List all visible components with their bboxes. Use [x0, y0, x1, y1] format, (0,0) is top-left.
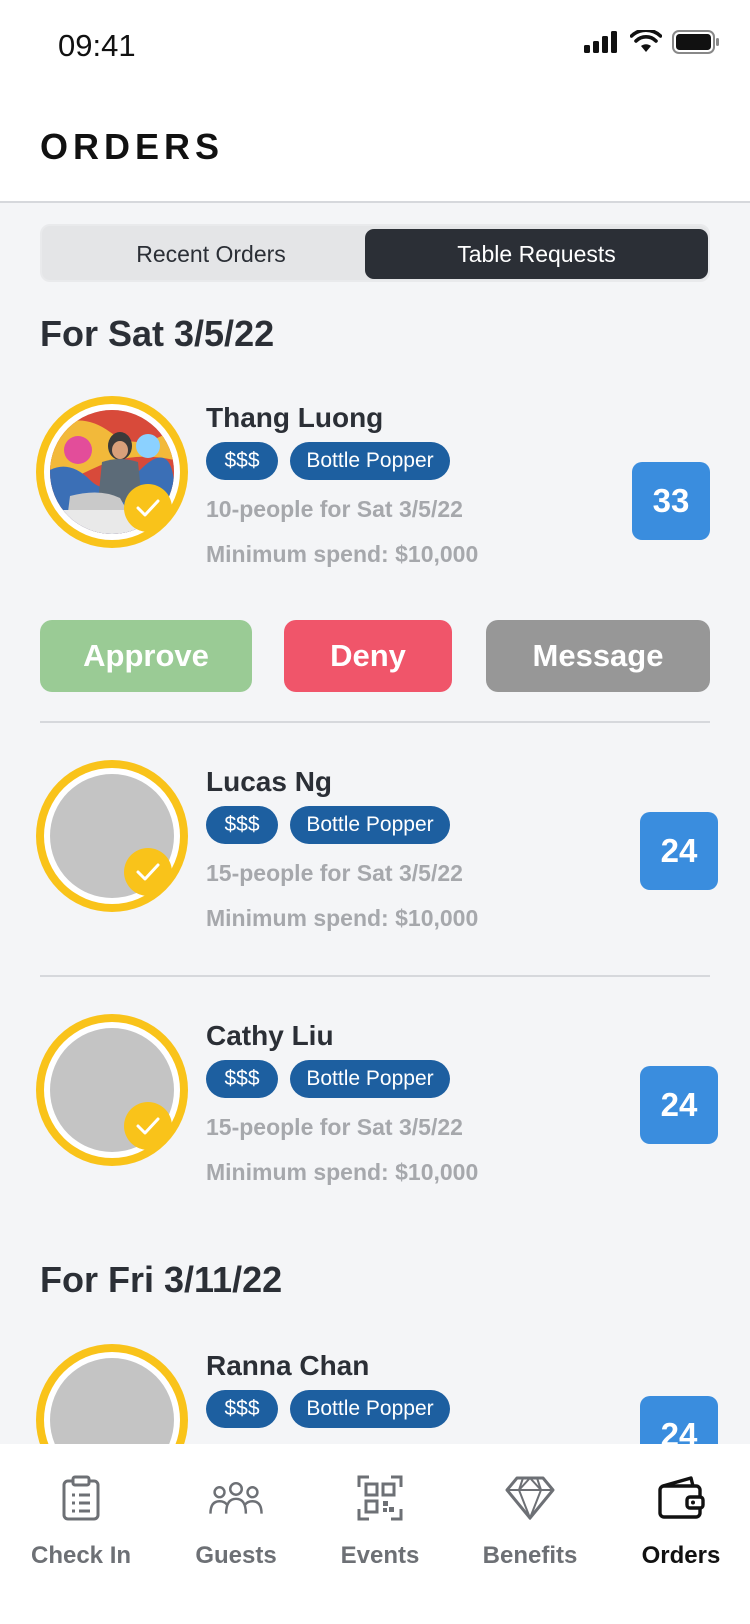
avatar[interactable]	[36, 396, 188, 548]
verified-check-icon	[124, 1102, 172, 1150]
guest-name: Lucas Ng	[206, 766, 333, 797]
request-card: Lucas Ng $$$ Bottle Popper 15-people for…	[0, 760, 750, 950]
status-bar: 09:41	[0, 0, 750, 96]
party-size: 10-people for Sat 3/5/22	[206, 496, 463, 522]
page-title: ORDERS	[40, 126, 225, 167]
qr-code-icon	[352, 1470, 408, 1526]
page-header: ORDERS	[0, 96, 750, 203]
minimum-spend: Minimum spend: $10,000	[206, 905, 479, 931]
tier-tag: Bottle Popper	[290, 442, 450, 480]
guest-name: Ranna Chan	[206, 1350, 370, 1381]
party-size: 15-people for Sat 3/5/22	[206, 1114, 463, 1140]
party-size: 15-people for Sat 3/5/22	[206, 860, 463, 886]
diamond-icon	[502, 1470, 558, 1526]
segmented-control: Recent Orders Table Requests	[40, 224, 710, 282]
bottom-tab-bar: Check In Guests Events Benefits Orders	[0, 1444, 750, 1624]
price-tag: $$$	[206, 1390, 278, 1428]
message-button[interactable]: Message	[486, 620, 710, 692]
status-icons	[584, 30, 720, 54]
count-badge: 33	[632, 462, 710, 540]
tab-check-in[interactable]: Check In	[11, 1470, 151, 1570]
people-icon	[208, 1470, 264, 1526]
tab-orders[interactable]: Orders	[611, 1470, 750, 1570]
approve-button[interactable]: Approve	[40, 620, 252, 692]
tab-table-requests[interactable]: Table Requests	[365, 229, 708, 279]
clipboard-icon	[53, 1470, 109, 1526]
guest-name: Cathy Liu	[206, 1020, 334, 1051]
signal-icon	[584, 31, 617, 53]
status-time: 09:41	[58, 28, 136, 63]
tab-recent-orders[interactable]: Recent Orders	[45, 229, 377, 279]
tab-benefits[interactable]: Benefits	[460, 1470, 600, 1570]
wallet-icon	[653, 1470, 709, 1526]
tier-tag: Bottle Popper	[290, 1060, 450, 1098]
avatar[interactable]	[36, 760, 188, 912]
date-header: For Sat 3/5/22	[40, 313, 275, 354]
tab-label: Guests	[195, 1542, 277, 1569]
count-badge: 24	[640, 812, 718, 890]
price-tag: $$$	[206, 806, 278, 844]
tab-label: Benefits	[482, 1542, 578, 1569]
tab-guests[interactable]: Guests	[166, 1470, 306, 1570]
tier-tag: Bottle Popper	[290, 806, 450, 844]
tier-tag: Bottle Popper	[290, 1390, 450, 1428]
tab-label: Orders	[641, 1542, 721, 1569]
minimum-spend: Minimum spend: $10,000	[206, 541, 479, 567]
guest-name: Thang Luong	[206, 402, 384, 433]
tab-label: Check In	[30, 1542, 132, 1569]
divider	[40, 975, 710, 977]
price-tag: $$$	[206, 442, 278, 480]
count-badge: 24	[640, 1066, 718, 1144]
deny-button[interactable]: Deny	[284, 620, 452, 692]
tab-label: Events	[340, 1542, 420, 1569]
minimum-spend: Minimum spend: $10,000	[206, 1159, 479, 1185]
verified-check-icon	[124, 848, 172, 896]
avatar[interactable]	[36, 1014, 188, 1166]
date-header: For Fri 3/11/22	[40, 1259, 283, 1300]
battery-icon	[672, 30, 719, 54]
request-card: Thang Luong $$$ Bottle Popper 10-people …	[0, 396, 750, 696]
divider	[40, 721, 710, 723]
wifi-icon	[630, 30, 662, 52]
price-tag: $$$	[206, 1060, 278, 1098]
verified-check-icon	[124, 484, 172, 532]
request-card: Cathy Liu $$$ Bottle Popper 15-people fo…	[0, 1014, 750, 1204]
tab-events[interactable]: Events	[310, 1470, 450, 1570]
